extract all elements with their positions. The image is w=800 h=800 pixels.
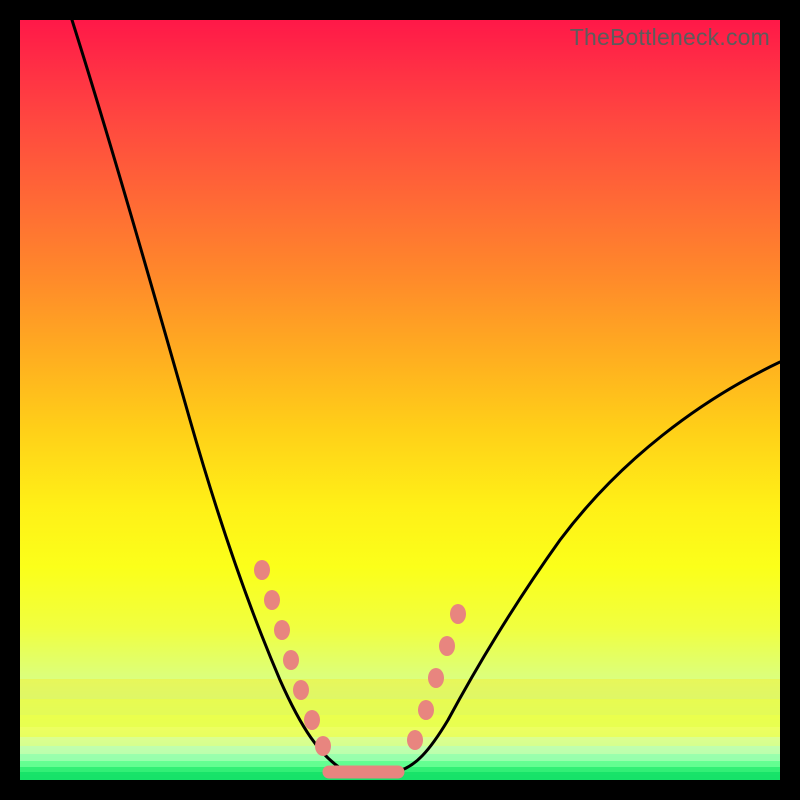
gradient-background: [20, 20, 780, 780]
chart-frame: TheBottleneck.com: [20, 20, 780, 780]
